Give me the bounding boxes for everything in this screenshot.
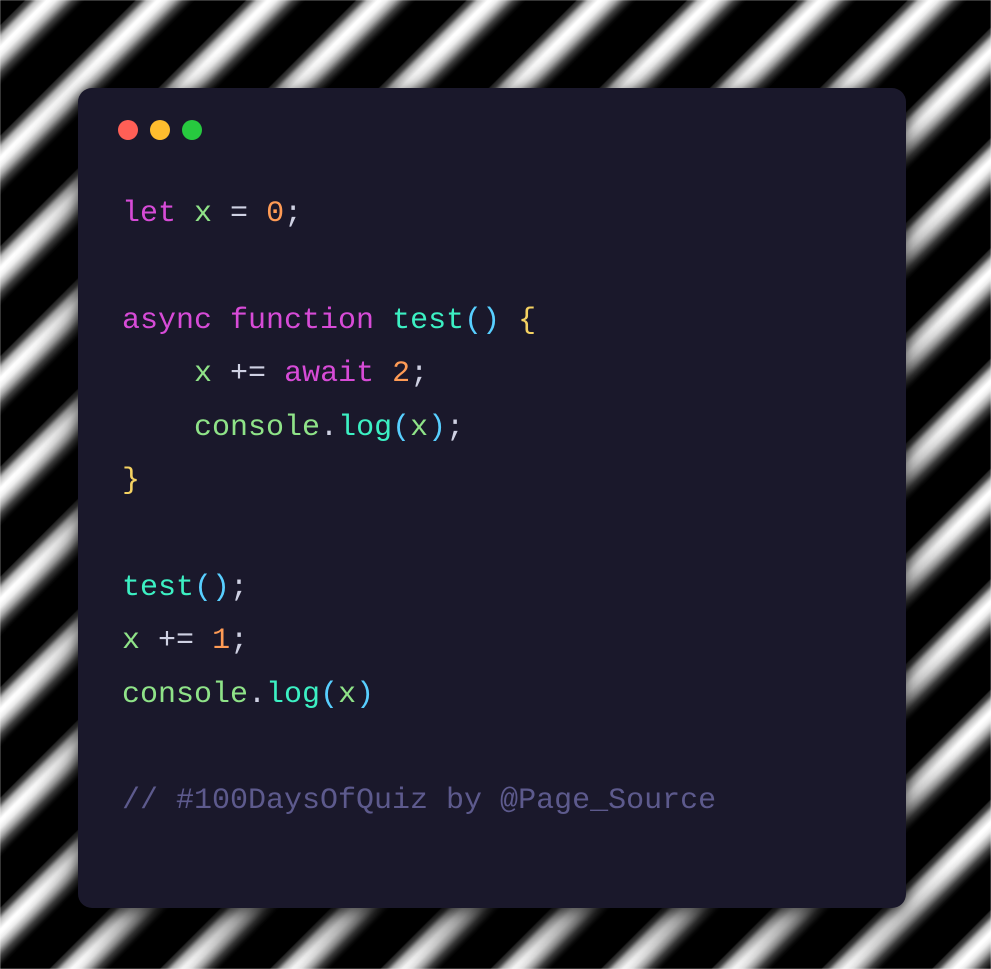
paren-open: ( [194, 571, 212, 605]
paren-close: ) [482, 304, 500, 338]
paren-close: ) [428, 411, 446, 445]
keyword-async: async [122, 304, 230, 338]
identifier-x: x [122, 624, 140, 658]
space [212, 197, 230, 231]
space [266, 357, 284, 391]
identifier-x: x [338, 678, 356, 712]
identifier-x: x [410, 411, 428, 445]
window-controls [118, 120, 862, 140]
paren-close: ) [356, 678, 374, 712]
paren-open: ( [392, 411, 410, 445]
semicolon: ; [410, 357, 428, 391]
space [212, 357, 230, 391]
minimize-icon[interactable] [150, 120, 170, 140]
dot: . [248, 678, 266, 712]
identifier-x: x [194, 197, 212, 231]
space [140, 624, 158, 658]
identifier-x: x [194, 357, 212, 391]
identifier-console: console [194, 411, 320, 445]
method-log: log [266, 678, 320, 712]
function-name-test: test [392, 304, 464, 338]
indent [122, 411, 194, 445]
semicolon: ; [230, 624, 248, 658]
identifier-console: console [122, 678, 248, 712]
semicolon: ; [446, 411, 464, 445]
zoom-icon[interactable] [182, 120, 202, 140]
operator-plus-eq: += [158, 624, 194, 658]
paren-open: ( [320, 678, 338, 712]
number-0: 0 [266, 197, 284, 231]
number-1: 1 [212, 624, 230, 658]
operator-plus-eq: += [230, 357, 266, 391]
paren-open: ( [464, 304, 482, 338]
dot: . [320, 411, 338, 445]
code-block: let x = 0; async function test() { x += … [122, 188, 862, 829]
paren-close: ) [212, 571, 230, 605]
close-icon[interactable] [118, 120, 138, 140]
method-log: log [338, 411, 392, 445]
keyword-await: await [284, 357, 392, 391]
indent [122, 357, 194, 391]
semicolon: ; [284, 197, 302, 231]
space [248, 197, 266, 231]
operator-eq: = [230, 197, 248, 231]
code-window: let x = 0; async function test() { x += … [78, 88, 906, 908]
comment-attribution: // #100DaysOfQuiz by @Page_Source [122, 784, 716, 818]
space [194, 624, 212, 658]
call-test: test [122, 571, 194, 605]
brace-open: { [518, 304, 536, 338]
brace-close: } [122, 464, 140, 498]
space [500, 304, 518, 338]
semicolon: ; [230, 571, 248, 605]
number-2: 2 [392, 357, 410, 391]
keyword-function: function [230, 304, 392, 338]
keyword-let: let [122, 197, 194, 231]
